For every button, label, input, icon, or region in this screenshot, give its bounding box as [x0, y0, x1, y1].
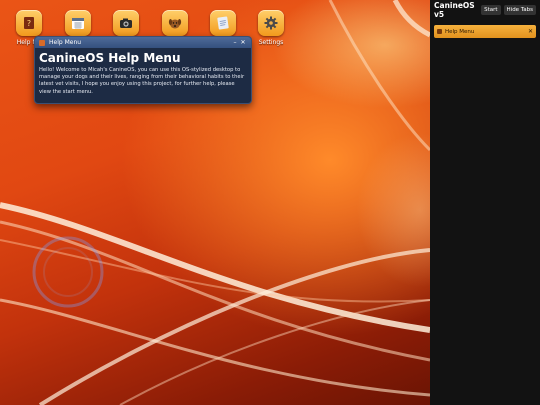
- help-text: Hello! Welcome to Micah's CanineOS, you …: [39, 67, 245, 95]
- desktop-icon-camera[interactable]: [106, 10, 146, 39]
- help-window-body: CanineOS Help Menu Hello! Welcome to Mic…: [35, 48, 251, 98]
- sidebar-header: CanineOS v5 Start Hide Tabs: [430, 0, 540, 20]
- task-item-help-menu[interactable]: Help Menu ✕: [434, 25, 536, 38]
- help-app-icon: [437, 29, 442, 34]
- help-heading: CanineOS Help Menu: [39, 51, 181, 65]
- svg-text:?: ?: [27, 19, 31, 28]
- hide-tabs-button[interactable]: Hide Tabs: [503, 5, 536, 15]
- close-button[interactable]: ✕: [239, 39, 247, 46]
- desktop-icon-label: Settings: [258, 39, 284, 46]
- os-title: CanineOS v5: [434, 1, 475, 19]
- notepad-icon: [210, 10, 236, 36]
- desktop-icon-calendar[interactable]: [58, 10, 98, 39]
- help-window-titlebar[interactable]: Help Menu – ✕: [35, 37, 251, 48]
- help-app-icon: [39, 39, 45, 46]
- help-window: Help Menu – ✕ CanineOS Help Menu Hello! …: [34, 36, 252, 104]
- calendar-icon: [65, 10, 91, 36]
- desktop-icon-dog[interactable]: [155, 10, 195, 39]
- minimize-button[interactable]: –: [231, 39, 239, 46]
- start-button[interactable]: Start: [481, 5, 501, 15]
- task-close-button[interactable]: ✕: [528, 28, 533, 35]
- camera-icon: [113, 10, 139, 36]
- gear-icon: [258, 10, 284, 36]
- desktop-icon-notepad[interactable]: [203, 10, 243, 39]
- dog-icon: [162, 10, 188, 36]
- taskbar-sidebar: CanineOS v5 Start Hide Tabs Help Menu ✕: [430, 0, 540, 405]
- desktop-icon-settings[interactable]: Settings: [251, 10, 291, 46]
- help-window-title: Help Menu: [49, 39, 82, 46]
- desktop-wallpaper: ? Help Me Settings Help Menu – ✕ CanineO…: [0, 0, 430, 405]
- task-item-label: Help Menu: [445, 28, 475, 35]
- help-book-icon: ?: [16, 10, 42, 36]
